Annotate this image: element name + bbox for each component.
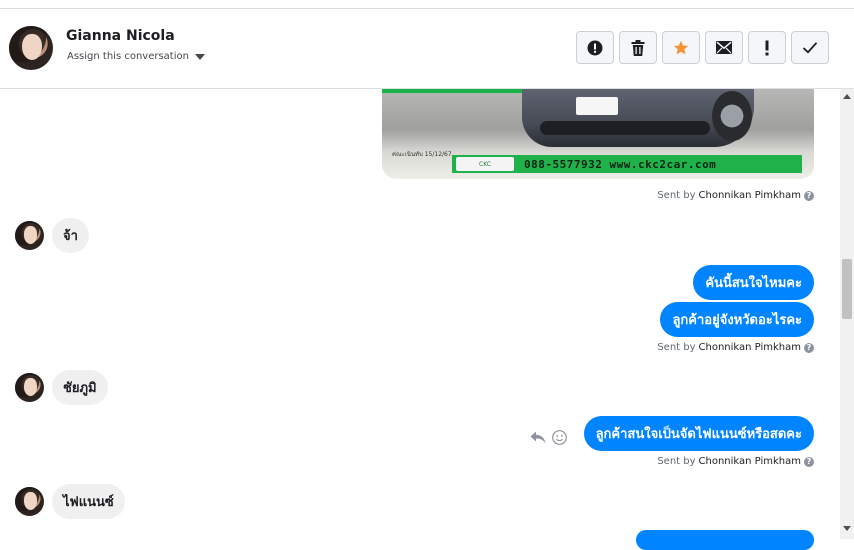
- top-divider: [0, 0, 854, 9]
- incoming-message-row: จ้า: [15, 218, 89, 253]
- sent-by-label: Sent by Chonnikan Pimkham ?: [657, 342, 814, 353]
- license-plate: [576, 97, 618, 115]
- agent-name: Chonnikan Pimkham: [698, 190, 801, 201]
- star-icon: [673, 40, 689, 54]
- outgoing-message[interactable]: ลูกค้าสนใจเป็นจัดไฟแนนซ์หรือสดคะ: [583, 416, 814, 451]
- scroll-up-arrow-icon[interactable]: [843, 94, 851, 99]
- star-button[interactable]: [662, 31, 700, 64]
- emoji-icon[interactable]: [552, 430, 567, 445]
- caret-down-icon: [194, 53, 205, 60]
- scroll-down-arrow-icon[interactable]: [843, 526, 851, 531]
- incoming-message-row: ไฟแนนซ์: [15, 484, 125, 519]
- incoming-message[interactable]: ไฟแนนซ์: [52, 484, 125, 519]
- chat-scrollbar[interactable]: [840, 89, 854, 539]
- mark-unread-button[interactable]: [705, 31, 743, 64]
- agent-name: Chonnikan Pimkham: [698, 342, 801, 353]
- help-icon[interactable]: ?: [804, 190, 814, 201]
- car-grille: [540, 121, 710, 135]
- mark-done-button[interactable]: [791, 31, 829, 64]
- check-icon: [802, 42, 818, 54]
- sent-by-label: Sent by Chonnikan Pimkham ?: [657, 190, 814, 201]
- delete-button[interactable]: [619, 31, 657, 64]
- incoming-message-row: ชัยภูมิ: [15, 370, 108, 405]
- incoming-message[interactable]: จ้า: [52, 218, 89, 253]
- contact-avatar-small: [15, 487, 44, 516]
- contact-avatar-small: [15, 373, 44, 402]
- outgoing-message-partial[interactable]: [636, 530, 814, 550]
- dealer-phone: 088-5577932 www.ckc2car.com: [524, 157, 717, 171]
- photo-small-caption: ค่ณะเนินทับ 15/12/67: [392, 151, 452, 158]
- outgoing-message[interactable]: คันนี้สนใจไหมคะ: [693, 265, 814, 300]
- follow-up-button[interactable]: [748, 31, 786, 64]
- conversation-header: Gianna Nicola Assign this conversation: [0, 9, 854, 89]
- contact-name[interactable]: Gianna Nicola: [66, 28, 175, 44]
- dealer-logo: CKC: [456, 157, 514, 171]
- sent-by-label: Sent by Chonnikan Pimkham ?: [657, 456, 814, 467]
- car-wheel: [712, 91, 752, 141]
- car-photo-attachment[interactable]: ค่ณะเนินทับ 15/12/67 CKC 088-5577932 www…: [382, 89, 814, 179]
- exclamation-icon: [765, 40, 769, 55]
- banner-strip: [382, 89, 522, 93]
- outgoing-message[interactable]: ลูกค้าอยู่จังหวัดอะไรคะ: [660, 302, 814, 337]
- mark-spam-button[interactable]: [576, 31, 614, 64]
- alert-circle-icon: [587, 40, 603, 55]
- assign-label: Assign this conversation: [67, 51, 189, 62]
- envelope-icon: [716, 41, 732, 54]
- contact-avatar[interactable]: [9, 26, 53, 70]
- contact-avatar-small: [15, 221, 44, 250]
- help-icon[interactable]: ?: [804, 342, 814, 353]
- scrollbar-thumb[interactable]: [842, 259, 852, 319]
- agent-name: Chonnikan Pimkham: [698, 456, 801, 467]
- incoming-message[interactable]: ชัยภูมิ: [52, 370, 108, 405]
- action-toolbar: [576, 31, 829, 64]
- dealer-banner: CKC 088-5577932 www.ckc2car.com: [452, 155, 802, 173]
- message-actions: [530, 430, 567, 445]
- reply-icon[interactable]: [530, 431, 546, 444]
- assign-conversation-dropdown[interactable]: Assign this conversation: [67, 51, 205, 62]
- trash-icon: [631, 39, 645, 56]
- help-icon[interactable]: ?: [804, 456, 814, 467]
